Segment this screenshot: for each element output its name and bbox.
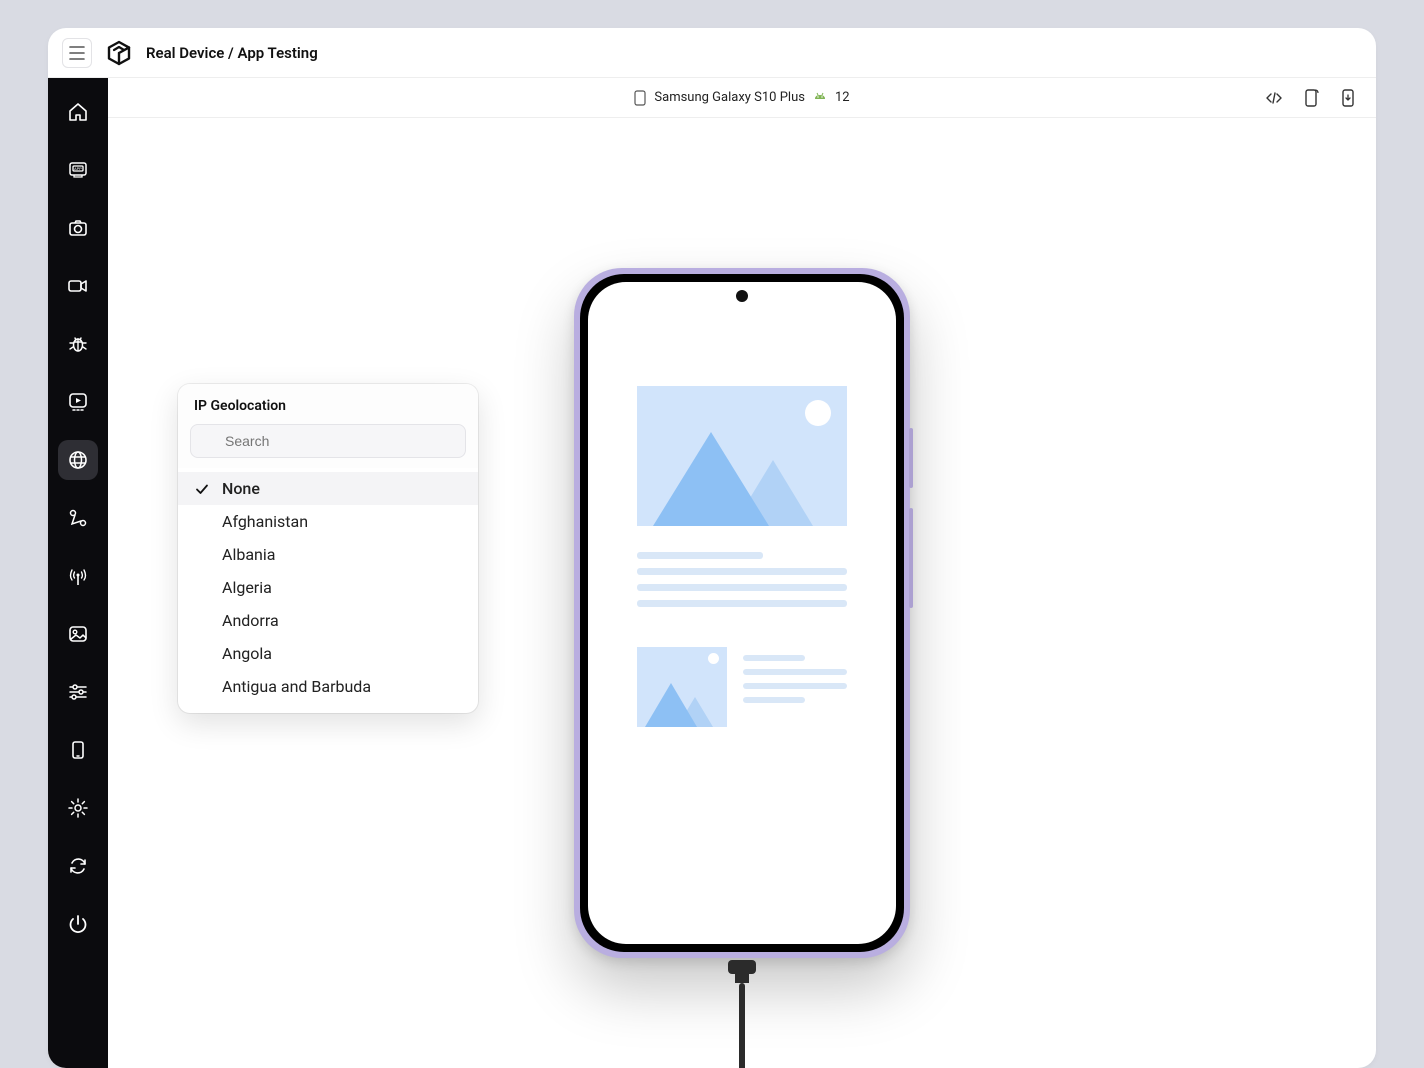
country-label: Antigua and Barbuda [222,677,371,696]
country-label: Afghanistan [222,512,308,531]
country-option[interactable]: None [178,472,478,505]
usb-cable [732,960,752,1068]
logo [104,38,134,68]
route-icon [67,507,89,529]
globe-icon [67,449,89,471]
home-icon [67,101,89,123]
install-button[interactable] [1340,88,1360,108]
power-icon [67,913,89,935]
play-box-icon [67,391,89,413]
sidebar-item-play[interactable] [58,382,98,422]
country-option[interactable]: Angola [178,637,478,670]
phone-side-button [909,508,913,608]
phone-screen[interactable] [588,282,896,944]
app-icon: APP [67,159,89,181]
antenna-icon [67,565,89,587]
sidebar-item-device[interactable] [58,730,98,770]
country-label: Albania [222,545,275,564]
logo-icon [105,39,133,67]
android-icon [813,91,827,105]
app-window: Real Device / App Testing Samsung Galaxy… [48,28,1376,1068]
country-option[interactable]: Algeria [178,571,478,604]
sidebar-item-gallery[interactable] [58,614,98,654]
popover-search [178,424,478,468]
sidebar-item-settings[interactable] [58,788,98,828]
search-input[interactable] [190,424,466,458]
install-phone-icon [1340,88,1358,108]
country-option[interactable]: Afghanistan [178,505,478,538]
country-option[interactable]: Antigua and Barbuda [178,670,478,703]
svg-text:APP: APP [74,166,82,171]
device-name-label: Samsung Galaxy S10 Plus [654,90,805,105]
phone-side-button [909,428,913,488]
sidebar-item-power[interactable] [58,904,98,944]
device-icon [67,739,89,761]
country-label: Andorra [222,611,279,630]
placeholder-text-lines [637,552,847,607]
rotate-phone-icon [1302,88,1320,108]
breadcrumb: Real Device / App Testing [146,44,318,62]
sidebar-item-network[interactable] [58,498,98,538]
phone-icon [634,90,646,106]
device-bar: Samsung Galaxy S10 Plus 12 [108,78,1376,118]
sidebar-item-signal[interactable] [58,556,98,596]
sliders-icon [67,681,89,703]
phone-camera-dot [736,290,748,302]
devtools-button[interactable] [1264,88,1284,108]
video-icon [67,275,89,297]
gallery-icon [67,623,89,645]
os-version-label: 12 [835,90,850,105]
sidebar-item-record[interactable] [58,266,98,306]
sync-icon [67,855,89,877]
bug-icon [67,333,89,355]
gear-icon [67,797,89,819]
country-label: None [222,479,260,498]
sidebar-item-app[interactable]: APP [58,150,98,190]
left-sidebar: APP [48,78,108,1068]
sidebar-item-sync[interactable] [58,846,98,886]
device-info: Samsung Galaxy S10 Plus 12 [634,90,849,106]
phone-bezel [580,274,904,952]
phone-mockup [574,268,910,958]
camera-icon [67,217,89,239]
popover-title: IP Geolocation [178,384,478,424]
check-icon [194,481,210,497]
country-list[interactable]: None Afghanistan Albania Algeria Andorra Ango… [178,468,478,713]
ip-geolocation-popover: IP Geolocation None Afghanistan Albania Alg… [178,384,478,713]
sidebar-item-geolocation[interactable] [58,440,98,480]
country-option[interactable]: Albania [178,538,478,571]
sidebar-item-bug[interactable] [58,324,98,364]
country-option[interactable]: Andorra [178,604,478,637]
country-label: Angola [222,644,272,663]
top-header: Real Device / App Testing [48,28,1376,78]
sidebar-item-home[interactable] [58,92,98,132]
menu-button[interactable] [62,38,92,68]
code-icon [1264,88,1284,108]
placeholder-hero-image [637,386,847,526]
placeholder-list-row [637,647,847,727]
hamburger-icon [69,46,85,60]
sidebar-item-screenshot[interactable] [58,208,98,248]
sidebar-item-sliders[interactable] [58,672,98,712]
country-label: Algeria [222,578,272,597]
sub-header-right [1264,78,1360,117]
rotate-button[interactable] [1302,88,1322,108]
